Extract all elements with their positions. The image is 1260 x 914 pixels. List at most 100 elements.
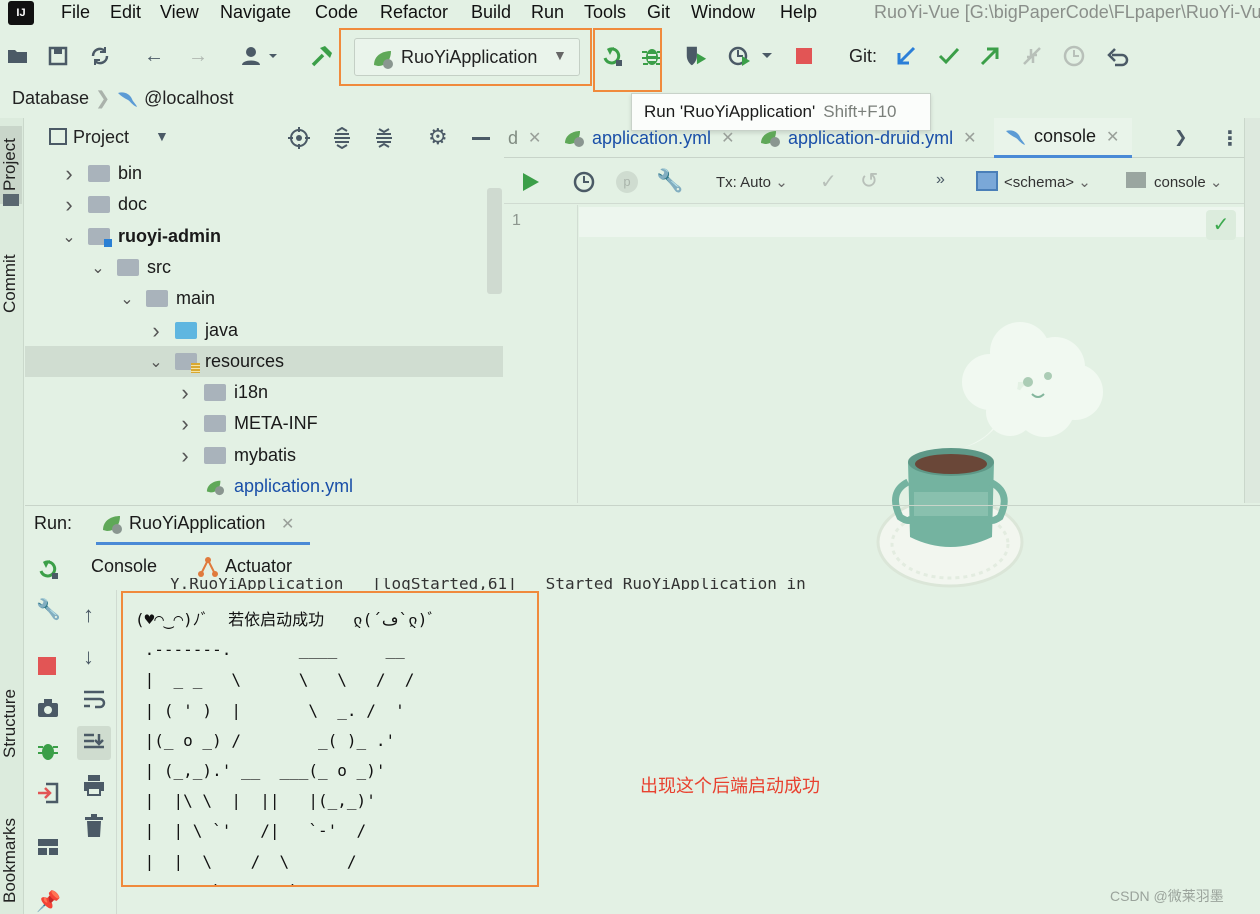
wrench-icon[interactable]: 🔧 bbox=[656, 168, 683, 194]
tx-mode-selector[interactable]: Tx: Auto ⌄ bbox=[716, 173, 788, 191]
expand-all-icon[interactable] bbox=[332, 127, 352, 149]
tree-item[interactable]: application.yml bbox=[25, 471, 503, 502]
close-icon[interactable]: ✕ bbox=[963, 128, 976, 148]
login-exit-icon[interactable] bbox=[36, 781, 60, 805]
tree-item[interactable]: › java bbox=[25, 315, 503, 346]
close-icon[interactable]: ✕ bbox=[721, 128, 734, 148]
chevron-down-icon[interactable]: ❯ bbox=[1174, 127, 1187, 147]
menu-refactor[interactable]: Refactor bbox=[380, 2, 448, 23]
rollback-icon[interactable] bbox=[1106, 44, 1130, 68]
git-commit-icon[interactable] bbox=[937, 44, 961, 68]
tree-item[interactable]: › i18n bbox=[25, 377, 503, 408]
git-update-icon[interactable] bbox=[894, 44, 918, 68]
more-actions-icon[interactable]: » bbox=[936, 171, 945, 189]
editor-tab-application-druid-yml[interactable]: application-druid.yml ✕ bbox=[758, 118, 976, 158]
editor-tab-partial[interactable]: d ✕ bbox=[508, 118, 541, 158]
execute-icon[interactable] bbox=[520, 172, 540, 192]
open-folder-icon[interactable] bbox=[6, 44, 30, 68]
bookmarks-tool-tab[interactable]: Bookmarks bbox=[0, 806, 22, 914]
layout-icon[interactable] bbox=[36, 837, 60, 857]
chevron-right-icon[interactable]: › bbox=[62, 161, 76, 187]
chevron-down-icon[interactable]: ⌄ bbox=[149, 352, 163, 372]
tree-item[interactable]: › mybatis bbox=[25, 440, 503, 471]
stop-icon[interactable] bbox=[38, 657, 56, 675]
hide-panel-icon[interactable] bbox=[472, 137, 490, 140]
soft-wrap-icon[interactable] bbox=[82, 688, 106, 710]
stop-icon[interactable] bbox=[792, 44, 816, 68]
menu-window[interactable]: Window bbox=[691, 2, 755, 23]
breadcrumb-database[interactable]: Database bbox=[12, 88, 89, 109]
project-view-selector[interactable]: Project bbox=[73, 127, 129, 148]
console-target-selector[interactable]: console ⌄ bbox=[1154, 173, 1222, 191]
menu-file[interactable]: File bbox=[61, 2, 90, 23]
chevron-right-icon[interactable]: › bbox=[178, 411, 192, 437]
trash-icon[interactable] bbox=[84, 814, 104, 838]
chevron-down-icon[interactable]: ⌄ bbox=[120, 289, 134, 309]
pin-session-icon[interactable]: p bbox=[616, 171, 638, 193]
menu-run[interactable]: Run bbox=[531, 2, 564, 23]
close-icon[interactable]: ✕ bbox=[1106, 127, 1119, 147]
project-tool-tab[interactable]: Project bbox=[0, 126, 22, 204]
close-icon[interactable]: ✕ bbox=[528, 128, 541, 148]
structure-tool-tab[interactable]: Structure bbox=[0, 670, 22, 778]
more-options-icon[interactable]: ⋮ bbox=[1220, 126, 1240, 151]
collapse-all-icon[interactable] bbox=[374, 127, 394, 149]
debug-bug-icon[interactable] bbox=[36, 739, 60, 763]
editor-tab-console[interactable]: console ✕ bbox=[994, 118, 1132, 158]
console-target-label: console bbox=[1154, 174, 1206, 191]
menu-tools[interactable]: Tools bbox=[584, 2, 626, 23]
menu-build[interactable]: Build bbox=[471, 2, 511, 23]
chevron-down-icon[interactable]: ▼ bbox=[155, 128, 169, 144]
git-merge-icon[interactable] bbox=[1020, 44, 1044, 68]
commit-tool-tab[interactable]: Commit bbox=[0, 238, 22, 330]
menu-git[interactable]: Git bbox=[647, 2, 670, 23]
save-icon[interactable] bbox=[46, 44, 70, 68]
rollback-icon[interactable]: ↺ bbox=[860, 168, 878, 194]
commit-check-icon[interactable]: ✓ bbox=[820, 169, 837, 194]
chevron-right-icon[interactable]: › bbox=[62, 192, 76, 218]
build-hammer-icon[interactable] bbox=[310, 44, 334, 68]
editor-tab-application-yml[interactable]: application.yml ✕ bbox=[562, 118, 734, 158]
profiler-dropdown-icon[interactable] bbox=[728, 44, 776, 68]
menu-view[interactable]: View bbox=[160, 2, 199, 23]
tab-console[interactable]: Console bbox=[91, 556, 157, 577]
breadcrumb-localhost[interactable]: @localhost bbox=[144, 88, 233, 109]
coverage-icon[interactable] bbox=[684, 44, 708, 68]
forward-arrow-icon[interactable]: → bbox=[186, 44, 210, 68]
chevron-down-icon[interactable]: ⌄ bbox=[62, 227, 76, 247]
sync-icon[interactable] bbox=[88, 44, 112, 68]
history-icon[interactable] bbox=[572, 170, 596, 194]
arrow-down-icon[interactable]: ↓ bbox=[83, 644, 94, 670]
locate-file-icon[interactable] bbox=[288, 127, 310, 149]
project-scrollbar[interactable] bbox=[487, 188, 502, 294]
rerun-icon[interactable] bbox=[36, 557, 60, 581]
back-arrow-icon[interactable]: ← bbox=[142, 44, 166, 68]
tree-item[interactable]: › bin bbox=[25, 158, 503, 189]
wrench-icon[interactable]: 🔧 bbox=[36, 597, 61, 622]
print-icon[interactable] bbox=[82, 774, 106, 796]
settings-gear-icon[interactable]: ⚙ bbox=[428, 124, 448, 150]
chevron-right-icon[interactable]: › bbox=[178, 380, 192, 406]
menu-help[interactable]: Help bbox=[780, 2, 817, 23]
pin-icon[interactable]: 📌 bbox=[36, 889, 61, 914]
tree-item[interactable]: ⌄ main bbox=[25, 283, 503, 314]
tree-item[interactable]: ⌄ resources bbox=[25, 346, 503, 377]
tree-item[interactable]: ⌄ src bbox=[25, 252, 503, 283]
tree-item[interactable]: › META-INF bbox=[25, 408, 503, 439]
camera-dump-icon[interactable] bbox=[36, 697, 60, 719]
menu-navigate[interactable]: Navigate bbox=[220, 2, 291, 23]
chevron-right-icon[interactable]: › bbox=[178, 443, 192, 469]
chevron-right-icon[interactable]: › bbox=[149, 318, 163, 344]
chevron-down-icon[interactable]: ⌄ bbox=[91, 258, 105, 278]
tree-item[interactable]: ⌄ ruoyi-admin bbox=[25, 221, 503, 252]
close-icon[interactable]: ✕ bbox=[281, 514, 294, 534]
git-push-icon[interactable] bbox=[978, 44, 1002, 68]
account-dropdown-icon[interactable] bbox=[240, 44, 280, 68]
tab-actuator[interactable]: Actuator bbox=[225, 556, 292, 577]
menu-code[interactable]: Code bbox=[315, 2, 358, 23]
tree-item[interactable]: › doc bbox=[25, 189, 503, 220]
schema-selector[interactable]: <schema> ⌄ bbox=[1004, 173, 1091, 191]
menu-edit[interactable]: Edit bbox=[110, 2, 141, 23]
git-history-icon[interactable] bbox=[1062, 44, 1086, 68]
arrow-up-icon[interactable]: ↑ bbox=[83, 602, 94, 628]
